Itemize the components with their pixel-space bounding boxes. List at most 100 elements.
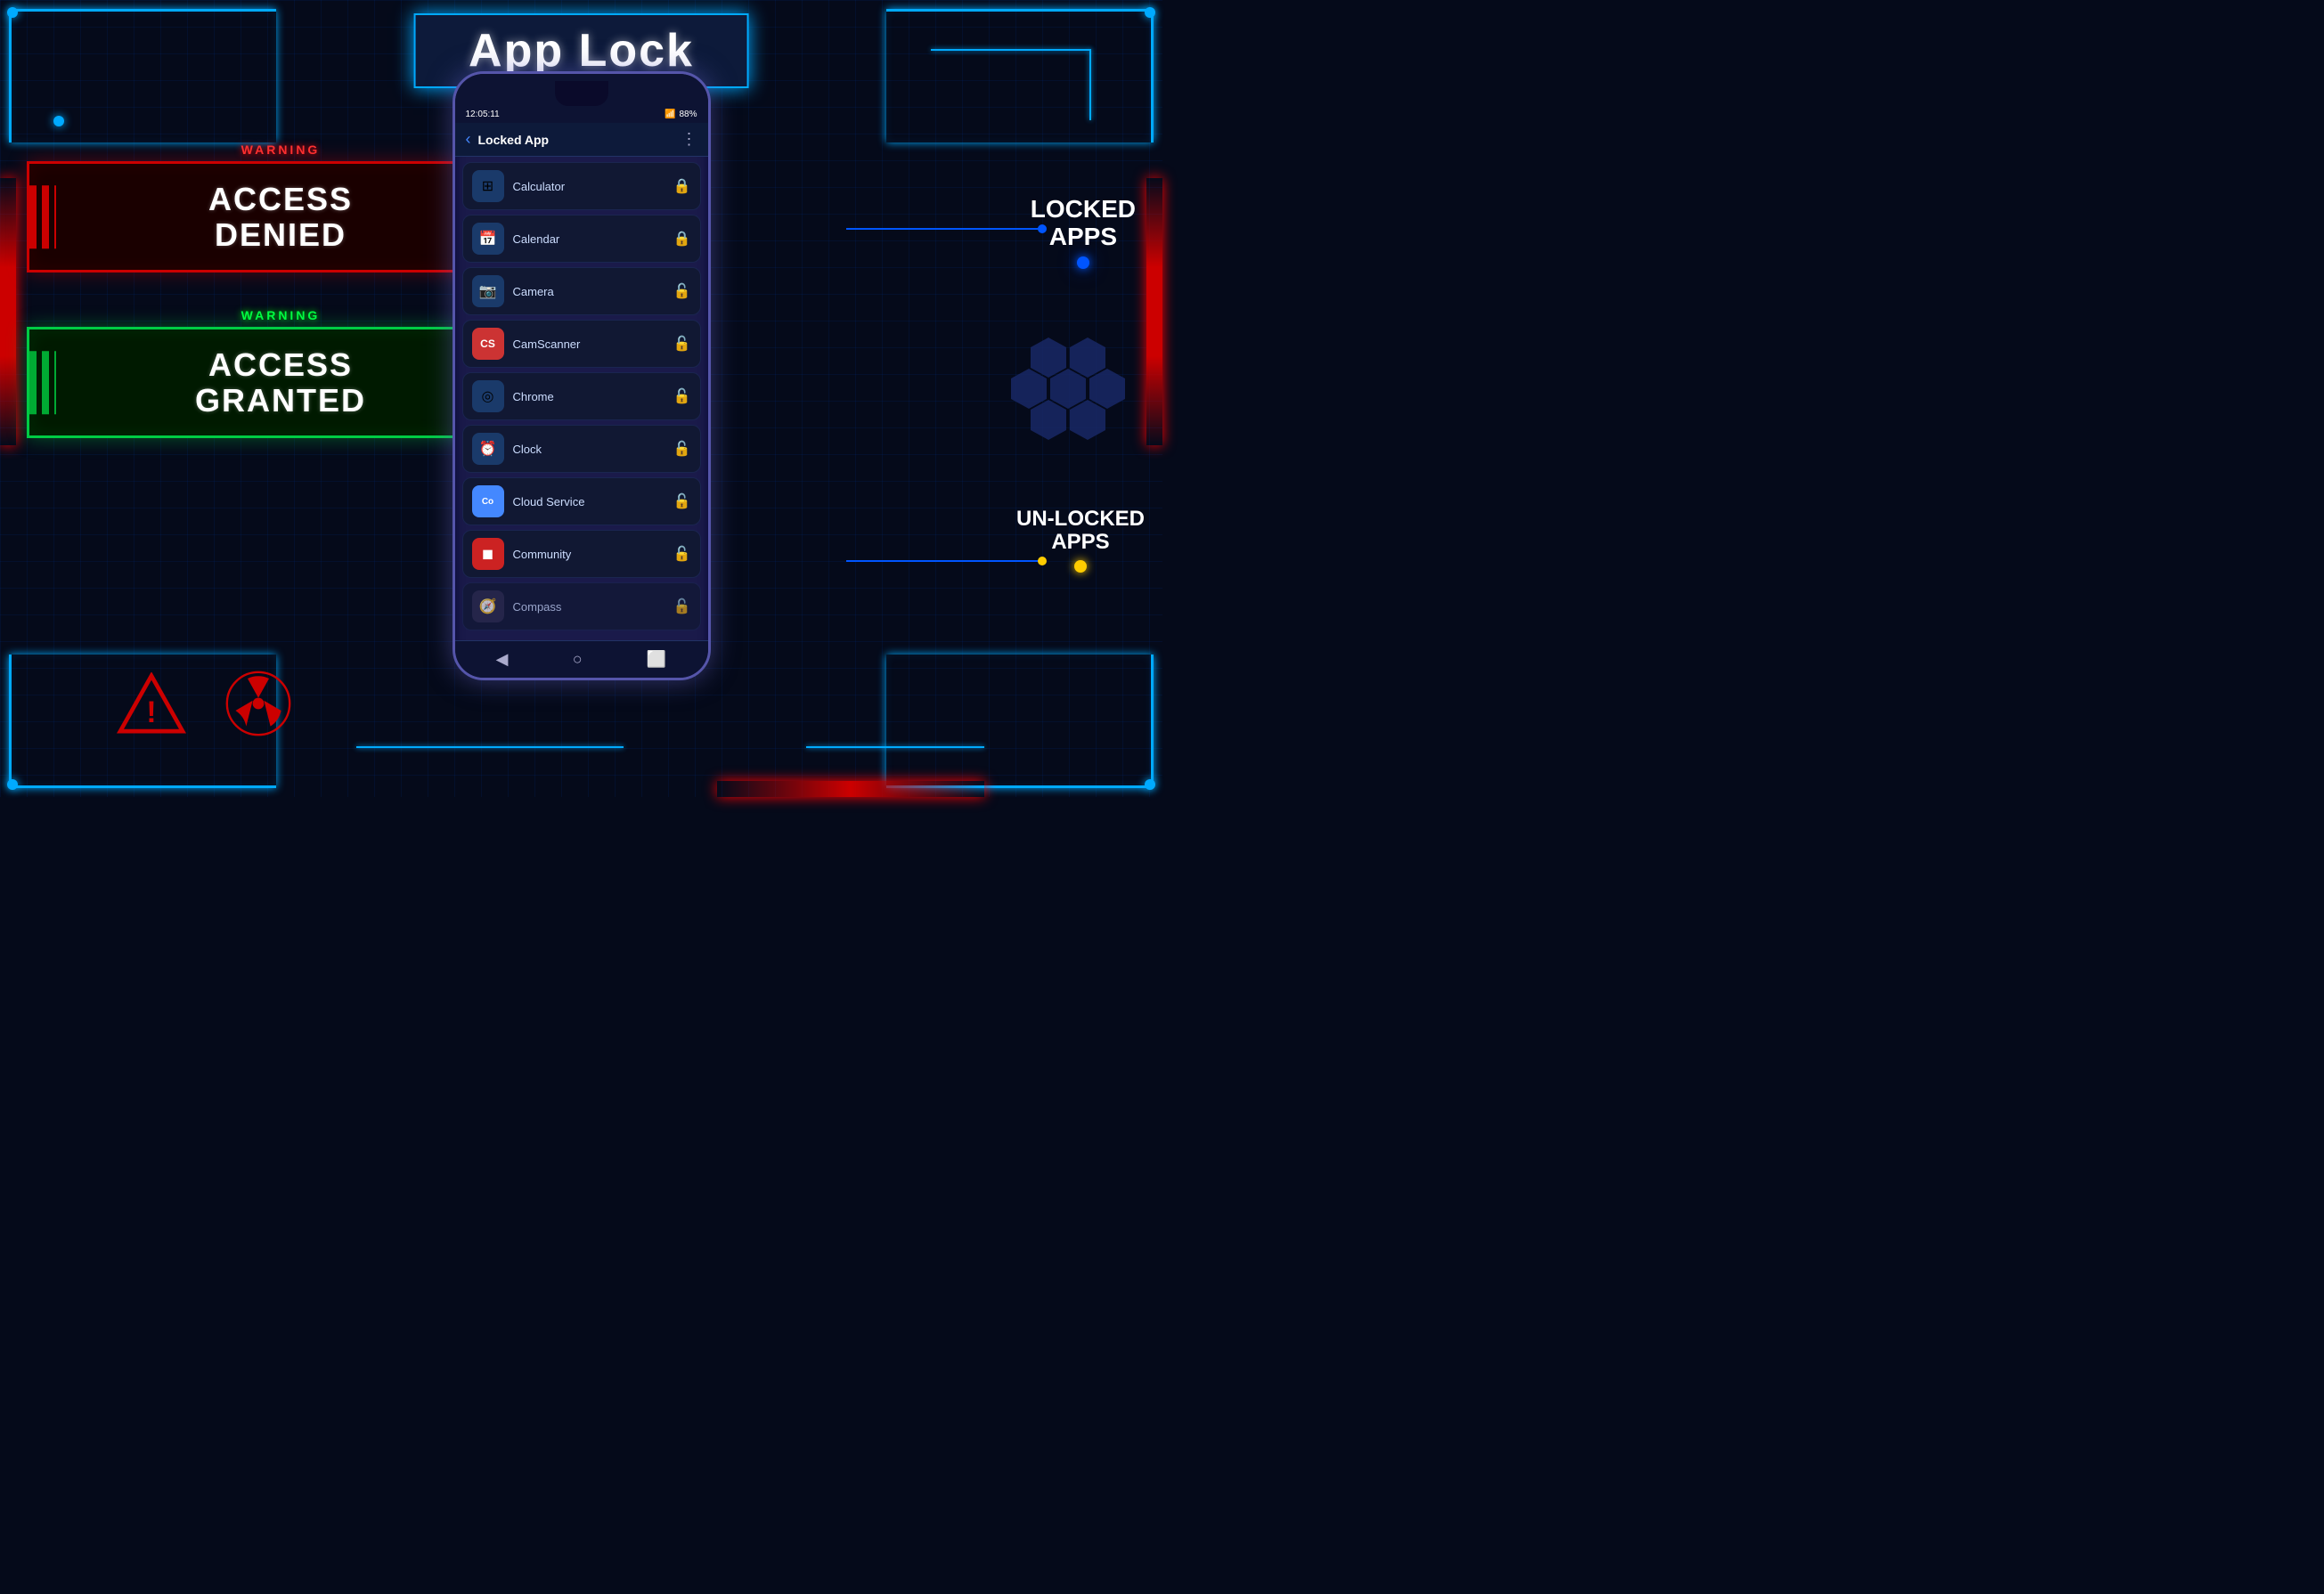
app-icon-clock: ⏰ [472, 433, 504, 465]
unlocked-apps-line1: UN-LOCKED [1016, 508, 1145, 531]
connector-line-locked [846, 224, 1051, 233]
unlocked-apps-line2: APPS [1016, 531, 1145, 554]
lock-icon-cloudservice[interactable]: 🔓 [673, 492, 691, 510]
lock-icon-calendar[interactable]: 🔒 [673, 230, 691, 248]
list-item[interactable]: CS CamScanner 🔓 [462, 320, 701, 368]
hex-3 [1011, 378, 1047, 399]
locked-dot-row [1031, 256, 1136, 269]
back-button[interactable]: ‹ [466, 130, 471, 149]
svg-text:!: ! [146, 695, 156, 729]
phone-app-header: ‹ Locked App ⋮ [455, 123, 708, 157]
phone-top [455, 74, 708, 106]
neon-line-top-right-vert [1089, 49, 1091, 120]
hex-6 [1031, 410, 1066, 430]
list-item[interactable]: 📷 Camera 🔓 [462, 267, 701, 315]
radiation-icon [223, 668, 294, 739]
hex-decorations [1009, 338, 1127, 439]
granted-corner-tl [27, 327, 45, 345]
app-icon-cloudservice: Co [472, 485, 504, 517]
nav-home-button[interactable]: ○ [573, 650, 583, 669]
app-name-calculator: Calculator [513, 180, 566, 193]
neon-border-tr [886, 9, 1154, 142]
wifi-icon: 📶 [665, 110, 675, 119]
app-icon-calendar: 📅 [472, 223, 504, 255]
page-container: App Lock WARNING ACCESS DENIED WARNING [0, 0, 1162, 797]
app-row-left: ⊞ Calculator [472, 170, 566, 202]
app-name-cloudservice: Cloud Service [513, 495, 585, 508]
corner-dot-tl [7, 7, 18, 18]
corner-dot-br [1145, 779, 1155, 790]
unlocked-apps-label: UN-LOCKED APPS [1016, 508, 1145, 573]
phone-frame: 12:05:11 📶 88% ‹ Locked App ⋮ ⊞ [453, 71, 711, 680]
list-item[interactable]: ⏰ Clock 🔓 [462, 425, 701, 473]
connector-locked-area [846, 224, 848, 226]
list-item[interactable]: ◎ Chrome 🔓 [462, 372, 701, 420]
app-name-camscanner: CamScanner [513, 338, 581, 351]
app-name-clock: Clock [513, 443, 542, 456]
list-item[interactable]: ⊞ Calculator 🔒 [462, 162, 701, 210]
app-icon-chrome: ◎ [472, 380, 504, 412]
app-row-left: 📷 Camera [472, 275, 554, 307]
hex-7 [1070, 410, 1105, 430]
app-name-calendar: Calendar [513, 232, 560, 246]
lock-icon-chrome[interactable]: 🔓 [673, 387, 691, 405]
neon-line-bottom [356, 746, 624, 748]
battery-text: 88% [679, 110, 697, 119]
header-left: ‹ Locked App [466, 130, 550, 149]
app-row-left: Co Cloud Service [472, 485, 585, 517]
app-name-compass: Compass [513, 600, 562, 614]
red-bar-right [1146, 178, 1162, 445]
hex-4 [1050, 378, 1086, 399]
status-bar: 12:05:11 📶 88% [455, 106, 708, 123]
nav-back-button[interactable]: ◀ [496, 650, 509, 669]
status-icons: 📶 88% [665, 110, 697, 119]
lock-icon-camera[interactable]: 🔓 [673, 282, 691, 300]
lock-icon-community[interactable]: 🔓 [673, 545, 691, 563]
neon-border-br [886, 655, 1154, 788]
lock-icon-calculator[interactable]: 🔒 [673, 177, 691, 195]
access-granted-text: ACCESS GRANTED [56, 347, 505, 418]
phone-notch [555, 81, 608, 106]
app-icon-calculator: ⊞ [472, 170, 504, 202]
corner-dot-bl [7, 779, 18, 790]
app-icon-camscanner: CS [472, 328, 504, 360]
warning-triangle-icon: ! [116, 672, 187, 735]
app-row-left: CS CamScanner [472, 328, 581, 360]
app-name-camera: Camera [513, 285, 554, 298]
lock-icon-clock[interactable]: 🔓 [673, 440, 691, 458]
page-title: App Lock [469, 24, 694, 77]
more-options-button[interactable]: ⋮ [681, 130, 697, 149]
status-time: 12:05:11 [466, 110, 500, 119]
app-list: ⊞ Calculator 🔒 📅 Calendar 🔒 📷 Came [455, 157, 708, 640]
app-name-chrome: Chrome [513, 390, 554, 403]
hex-2 [1070, 347, 1105, 368]
neon-line-bottom-right [806, 746, 984, 748]
access-denied-text: ACCESS DENIED [56, 182, 505, 252]
list-item[interactable]: Co Cloud Service 🔓 [462, 477, 701, 525]
locked-apps-line2: APPS [1031, 224, 1136, 251]
phone-bottom-nav: ◀ ○ ⬜ [455, 640, 708, 678]
locked-apps-label: LOCKED APPS [1031, 196, 1136, 269]
bottom-icons: ! [116, 668, 294, 739]
corner-bl [27, 255, 45, 272]
app-name-community: Community [513, 548, 572, 561]
locked-indicator-dot [1077, 256, 1089, 269]
red-bar-left [0, 178, 16, 445]
app-icon-compass: 🧭 [472, 590, 504, 622]
app-icon-community: ◼ [472, 538, 504, 570]
locked-apps-line1: LOCKED [1031, 196, 1136, 224]
app-icon-camera: 📷 [472, 275, 504, 307]
lock-icon-compass[interactable]: 🔓 [673, 598, 691, 615]
hex-5 [1089, 378, 1125, 399]
app-row-left: 🧭 Compass [472, 590, 562, 622]
list-item[interactable]: ◼ Community 🔓 [462, 530, 701, 578]
nav-recents-button[interactable]: ⬜ [647, 650, 666, 669]
corner-dot-tr [1145, 7, 1155, 18]
app-row-left: ◎ Chrome [472, 380, 554, 412]
list-item[interactable]: 📅 Calendar 🔒 [462, 215, 701, 263]
lock-icon-camscanner[interactable]: 🔓 [673, 335, 691, 353]
list-item[interactable]: 🧭 Compass 🔓 [462, 582, 701, 630]
hex-1 [1031, 347, 1066, 368]
phone-header-title: Locked App [478, 133, 550, 147]
red-bar-bottom [717, 781, 984, 797]
